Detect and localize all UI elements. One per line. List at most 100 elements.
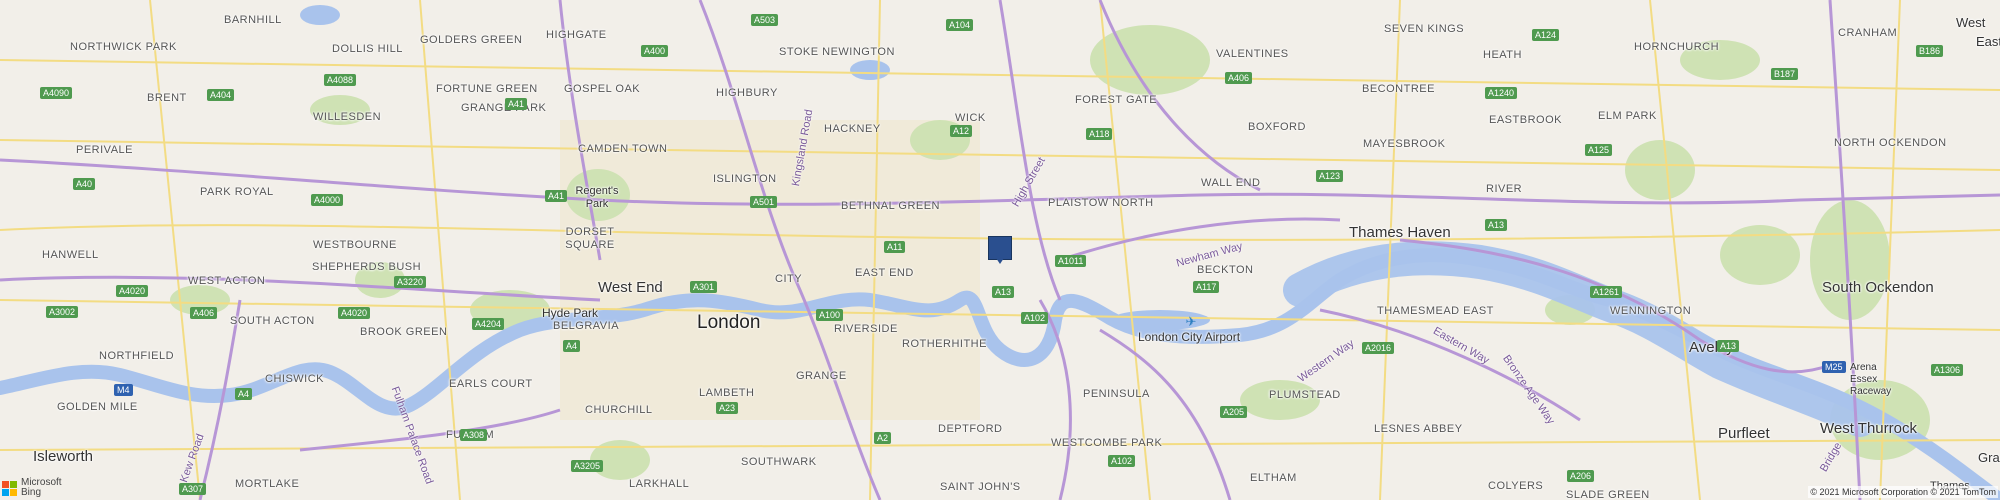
road-shield: A4 [235, 388, 253, 400]
road-shield: A4204 [472, 318, 505, 330]
road-shield: A4088 [324, 74, 357, 86]
place-label-hackney: HACKNEY [824, 123, 881, 135]
road-shield: A13 [992, 286, 1015, 298]
road-shield: A23 [716, 402, 739, 414]
road-shield: B186 [1916, 45, 1944, 57]
place-label-west: West [1956, 15, 1986, 30]
road-shield: M25 [1822, 361, 1846, 373]
place-label-thamesmead-east: THAMESMEAD EAST [1377, 305, 1494, 317]
road-shield: A400 [641, 45, 669, 57]
place-label-gospel-oak: GOSPEL OAK [564, 83, 641, 95]
location-pin-icon[interactable] [988, 236, 1012, 264]
road-shield: A4000 [311, 194, 344, 206]
place-label-east-end: EAST END [855, 267, 914, 279]
road-shield: A12 [950, 125, 973, 137]
road-shield: A100 [816, 309, 844, 321]
road-shield: A102 [1108, 455, 1136, 467]
place-label-wick: WICK [955, 112, 986, 124]
place-label-river: RIVER [1486, 183, 1523, 195]
road-shield: A3002 [46, 306, 79, 318]
road-shield: A404 [207, 89, 235, 101]
road-shield: A118 [1086, 128, 1113, 140]
road-shield: A13 [1485, 219, 1508, 231]
place-label-grange: GRANGE [796, 370, 847, 382]
map-view[interactable]: BARNHILL GOLDERS GREEN HIGHGATE NORTHWIC… [0, 0, 2000, 500]
road-shield: A4020 [116, 285, 149, 297]
place-label-chiswick: CHISWICK [265, 373, 324, 385]
place-label-brook-green: BROOK GREEN [360, 326, 448, 338]
place-label-eltham: ELTHAM [1250, 472, 1297, 484]
road-shield: A3220 [394, 276, 427, 288]
place-label-valentines: VALENTINES [1216, 48, 1289, 60]
microsoft-logo-icon [2, 480, 17, 496]
place-label-dollis-hill: DOLLIS HILL [332, 43, 403, 55]
place-label-wall-end: WALL END [1201, 177, 1261, 189]
place-label-bethnal-green: BETHNAL GREEN [841, 200, 941, 212]
place-label-london-city-airport: London City Airport [1138, 330, 1241, 344]
place-label-willesden: WILLESDEN [313, 111, 382, 123]
road-shield: A41 [545, 190, 568, 202]
road-shield: A41 [505, 98, 528, 110]
road-shield: A406 [190, 307, 218, 319]
road-shield: A3205 [571, 460, 604, 472]
place-label-lambeth: LAMBETH [699, 387, 755, 399]
airport-icon[interactable]: ✈ [1184, 315, 1198, 329]
place-label-purfleet: Purfleet [1718, 425, 1770, 442]
place-label-churchill: CHURCHILL [585, 404, 653, 416]
place-label-riverside: RIVERSIDE [834, 323, 898, 335]
place-label-becontree: BECONTREE [1362, 83, 1435, 95]
road-shield: A301 [690, 281, 718, 293]
road-shield: A11 [884, 241, 906, 253]
road-shield: A2016 [1362, 342, 1395, 354]
place-label-barnhill: BARNHILL [224, 14, 282, 26]
place-label-southwark: SOUTHWARK [741, 456, 817, 468]
road-shield: A4 [563, 340, 581, 352]
place-label-larkhall: LARKHALL [629, 478, 690, 490]
place-label-cranham: CRANHAM [1838, 27, 1898, 39]
road-shield: A307 [179, 483, 207, 495]
place-label-eastbrook: EASTBROOK [1489, 114, 1562, 126]
place-label-northwick-park: NORTHWICK PARK [70, 41, 177, 53]
place-label-grange-park: GRANGE PARK [461, 102, 547, 114]
place-label-colyers: COLYERS [1488, 480, 1544, 492]
place-label-london: London [697, 312, 761, 333]
place-label-regents-park: Regent's Park [575, 185, 619, 210]
place-label-highgate: HIGHGATE [546, 29, 607, 41]
place-label-shepherds-bush: SHEPHERDS BUSH [312, 261, 422, 273]
place-label-west-acton: WEST ACTON [188, 275, 266, 287]
map-copyright[interactable]: © 2021 Microsoft Corporation © 2021 TomT… [1808, 486, 1998, 498]
place-label-peninsula: PENINSULA [1083, 388, 1150, 400]
place-label-beckton: BECKTON [1197, 264, 1254, 276]
place-label-plumstead: PLUMSTEAD [1269, 389, 1341, 401]
place-label-deptford: DEPTFORD [938, 423, 1003, 435]
place-label-west-end: West End [598, 279, 663, 296]
road-shield: A117 [1193, 281, 1220, 293]
place-label-thames-haven: Thames Haven [1349, 224, 1451, 241]
place-label-northfield: NORTHFIELD [99, 350, 175, 362]
road-shield: A4020 [338, 307, 371, 319]
place-label-mortlake: MORTLAKE [235, 478, 300, 490]
road-shield: A503 [751, 14, 779, 26]
place-label-plaistow-north: PLAISTOW NORTH [1048, 197, 1154, 209]
place-label-earls-court: EARLS COURT [449, 378, 533, 390]
road-shield: A1240 [1485, 87, 1518, 99]
road-shield: M4 [114, 384, 133, 396]
road-shield: A123 [1316, 170, 1344, 182]
bing-logo[interactable]: Microsoft Bing [2, 478, 62, 498]
place-label-hanwell: HANWELL [42, 249, 99, 261]
place-label-south-acton: SOUTH ACTON [230, 315, 315, 327]
road-shield: A125 [1585, 144, 1613, 156]
place-label-golden-mile: GOLDEN MILE [57, 401, 138, 413]
road-shield: A1306 [1931, 364, 1964, 376]
place-label-gra: Gra [1978, 450, 2000, 465]
road-shield: A205 [1220, 406, 1248, 418]
place-label-heath: HEATH [1483, 49, 1522, 61]
place-label-highbury: HIGHBURY [716, 87, 778, 99]
road-shield: A4090 [40, 87, 73, 99]
place-label-hornchurch: HORNCHURCH [1634, 41, 1720, 53]
place-label-rotherhithe: ROTHERHITHE [902, 338, 987, 350]
place-label-saint-johns: SAINT JOHN'S [940, 481, 1021, 493]
place-label-camden-town: CAMDEN TOWN [578, 143, 668, 155]
place-label-forest-gate: FOREST GATE [1075, 94, 1158, 106]
place-label-south-ockendon: South Ockendon [1822, 279, 1934, 296]
